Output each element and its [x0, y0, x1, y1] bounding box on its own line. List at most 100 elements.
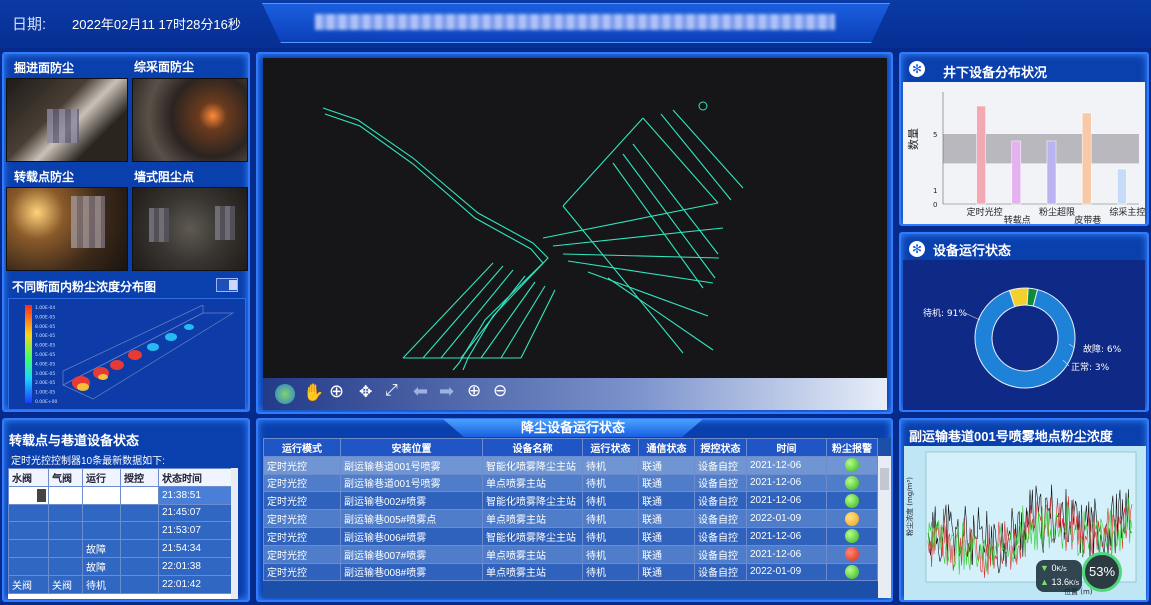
bar[interactable]	[1011, 140, 1022, 205]
alarm-indicator-icon	[845, 493, 859, 508]
table-cell: 定时光控	[263, 562, 341, 582]
table-row[interactable]: 故障 21:54:34	[8, 539, 238, 558]
table-row[interactable]: 定时光控 副运输巷道001号喷雾 智能化喷雾降尘主站 待机 联通 设备自控 2021-12-…	[263, 455, 878, 475]
pie-label: 故障: 6%	[1083, 343, 1122, 355]
bar[interactable]	[976, 105, 986, 205]
cam-title-2: 综采面防尘	[134, 60, 195, 74]
obscured-title	[315, 14, 835, 30]
transfer-subtitle: 定时光控控制器10条最新数据如下:	[11, 456, 165, 467]
x-tick: 综采主控	[1109, 206, 1145, 218]
dist-ylabel: 数量	[907, 128, 920, 150]
col-status-time[interactable]: 状态时间	[158, 468, 238, 487]
toggle-switch[interactable]	[216, 278, 238, 292]
forward-icon[interactable]: ➡	[439, 381, 454, 402]
table-row[interactable]: 定时光控 副运输巷道001号喷雾 单点喷雾主站 待机 联通 设备自控 2021-12-06	[263, 473, 878, 493]
table-row[interactable]: 定时光控 副运输巷007#喷雾 单点喷雾主站 待机 联通 设备自控 2021-12-06	[263, 544, 878, 564]
camera-feed-wall-dust-stop[interactable]	[132, 187, 248, 271]
table-cell: 21:38:51	[158, 485, 238, 505]
table-row[interactable]: 定时光控 副运输巷008#喷雾 单点喷雾主站 待机 联通 设备自控 2022-01-09	[263, 562, 878, 582]
up-speed: 13.6	[1051, 577, 1069, 587]
table-cell: 设备自控	[694, 473, 747, 493]
col-run-status[interactable]: 运行状态	[582, 438, 639, 457]
table-row[interactable]: 定时光控 副运输巷005#喷雾点 单点喷雾主站 待机 联通 设备自控 2022-01-09	[263, 509, 878, 528]
col-time[interactable]: 时间	[746, 438, 827, 457]
table-cell	[8, 539, 49, 558]
back-icon[interactable]: ⬅	[413, 381, 428, 402]
col-location[interactable]: 安装位置	[340, 438, 483, 457]
table-cell: 副运输巷007#喷雾	[340, 544, 483, 564]
blurred-face	[47, 109, 79, 143]
table-cell	[8, 503, 49, 523]
blurred-person	[71, 196, 105, 248]
expand-icon[interactable]: ⤢	[385, 382, 398, 400]
table-cell	[48, 556, 83, 576]
band-highlight	[943, 134, 1139, 164]
table-cell	[8, 521, 49, 541]
table-row[interactable]: 定时光控 副运输巷002#喷雾 智能化喷雾降尘主站 待机 联通 设备自控 2021-12-0…	[263, 491, 878, 511]
scroll-thumb[interactable]	[880, 468, 889, 490]
col-controlled[interactable]: 授控	[120, 468, 159, 487]
zoom-out-icon[interactable]: ⊖	[493, 381, 507, 401]
bar[interactable]	[1046, 140, 1057, 205]
table-cell: 定时光控	[263, 509, 341, 528]
table-row[interactable]: 21:53:07	[8, 521, 238, 541]
col-device-name[interactable]: 设备名称	[482, 438, 583, 457]
down-unit: K/s	[1056, 566, 1067, 573]
table-cell: 联通	[638, 544, 695, 564]
datetime-text: 2022年02月11 17时28分16秒	[72, 17, 241, 32]
table-cell: 设备自控	[694, 544, 747, 564]
transfer-scrollbar[interactable]	[231, 468, 238, 599]
dust-table: 运行模式 安装位置 设备名称 运行状态 通信状态 授控状态 时间 粉尘报警 定时…	[263, 438, 878, 582]
col-control-status[interactable]: 授控状态	[694, 438, 747, 457]
map-marker	[698, 101, 708, 111]
zoom-select-icon[interactable]: ⊕	[329, 381, 344, 402]
table-cell: 故障	[82, 556, 121, 576]
status-panel: ✻ 设备运行状态 待机: 91% 故障: 6% 正常: 3%	[899, 232, 1149, 412]
table-cell: 联通	[638, 509, 695, 528]
table-cell: 定时光控	[263, 526, 341, 546]
alarm-cell	[826, 491, 878, 511]
camera-feed-mining-face[interactable]	[132, 78, 248, 162]
hand-icon[interactable]: ✋	[303, 383, 324, 403]
shrink-icon[interactable]: ✥	[359, 382, 372, 402]
transfer-status-panel: 转载点与巷道设备状态 定时光控控制器10条最新数据如下: 水阀 气阀 运行 授控…	[2, 418, 250, 602]
camera-panel: 掘进面防尘 综采面防尘 转载点防尘 墙式阻尘点 不同断面内粉尘浓度分布图 1.0…	[2, 52, 250, 412]
table-row[interactable]: 关阀 关阀 待机 22:01:42	[8, 574, 238, 594]
table-cell: 2021-12-06	[746, 473, 827, 493]
pie-label: 待机: 91%	[923, 307, 967, 319]
dust-table-scrollbar[interactable]	[878, 456, 891, 598]
table-row[interactable]: 21:45:07	[8, 503, 238, 523]
table-row[interactable]: 21:38:51	[8, 485, 238, 505]
col-comm-status[interactable]: 通信状态	[638, 438, 695, 457]
camera-feed-heading-face[interactable]	[6, 78, 128, 162]
camera-feed-transfer-point[interactable]	[6, 187, 128, 271]
top-bar: 日期: 2022年02月11 17时28分16秒	[0, 0, 1151, 48]
trend-ylabel: 粉尘浓度 (mg/m³)	[905, 477, 914, 536]
table-cell: 副运输巷006#喷雾	[340, 526, 483, 546]
table-row[interactable]: 定时光控 副运输巷006#喷雾 智能化喷雾降尘主站 待机 联通 设备自控 2021-12-0…	[263, 526, 878, 546]
table-cell: 21:53:07	[158, 521, 238, 541]
globe-icon[interactable]	[275, 384, 295, 404]
col-air-valve[interactable]: 气阀	[48, 468, 83, 487]
table-cell: 联通	[638, 562, 695, 582]
cam-title-1: 掘进面防尘	[14, 61, 75, 75]
cell-editor[interactable]	[37, 488, 46, 502]
alarm-cell	[826, 526, 878, 546]
mine-map-canvas[interactable]	[263, 58, 887, 378]
col-water-valve[interactable]: 水阀	[8, 468, 49, 487]
table-cell: 设备自控	[694, 526, 747, 546]
table-cell: 关阀	[8, 574, 49, 594]
table-row[interactable]: 故障 22:01:38	[8, 556, 238, 576]
table-cell	[8, 556, 49, 576]
zoom-in-icon[interactable]: ⊕	[467, 381, 481, 401]
table-cell: 单点喷雾主站	[482, 562, 583, 582]
table-cell: 智能化喷雾降尘主站	[482, 455, 583, 475]
col-dust-alarm[interactable]: 粉尘报警	[826, 438, 878, 457]
blurred-person-2	[149, 208, 169, 242]
bar[interactable]	[1081, 112, 1092, 205]
x-tick: 定时光控	[967, 206, 1003, 218]
col-running[interactable]: 运行	[82, 468, 121, 487]
x-tick: 粉尘超限	[1039, 206, 1075, 218]
bar[interactable]	[1117, 168, 1127, 205]
col-mode[interactable]: 运行模式	[263, 438, 341, 457]
